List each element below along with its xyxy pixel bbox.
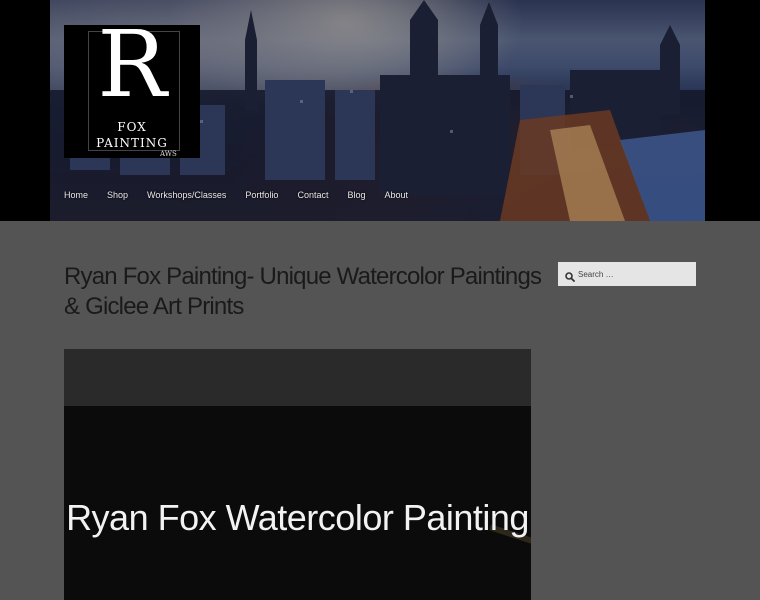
search-icon	[565, 269, 575, 287]
page-title: Ryan Fox Painting- Unique Watercolor Pai…	[64, 263, 542, 320]
site-header: R FOX PAINTING AWS Home Shop Workshops/C…	[0, 0, 760, 221]
logo-line-aws: AWS	[160, 150, 177, 158]
search-box[interactable]	[558, 262, 696, 286]
main-navigation: Home Shop Workshops/Classes Portfolio Co…	[64, 190, 427, 206]
nav-blog[interactable]: Blog	[347, 190, 365, 206]
nav-workshops-classes[interactable]: Workshops/Classes	[147, 190, 226, 206]
hero-title: Ryan Fox Watercolor Painting	[66, 497, 529, 538]
hero-banner: Ryan Fox Watercolor Painting	[64, 349, 531, 600]
search-input[interactable]	[578, 262, 690, 286]
nav-shop[interactable]: Shop	[107, 190, 128, 206]
logo-line-fox: FOX	[117, 120, 147, 134]
site-logo[interactable]: R FOX PAINTING AWS	[64, 19, 200, 158]
nav-contact[interactable]: Contact	[297, 190, 328, 206]
logo-letter: R	[97, 11, 167, 118]
hero-top-band	[64, 349, 531, 406]
nav-portfolio[interactable]: Portfolio	[245, 190, 278, 206]
nav-about[interactable]: About	[385, 190, 409, 206]
nav-home[interactable]: Home	[64, 190, 88, 206]
logo-line-painting: PAINTING	[96, 136, 168, 150]
